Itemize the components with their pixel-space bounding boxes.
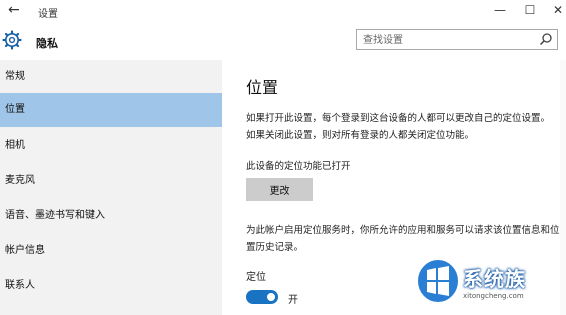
close-button[interactable]: ✕: [548, 3, 566, 17]
sidebar-item-account-info[interactable]: 帐户信息: [0, 234, 222, 268]
sidebar: 常规 位置 相机 麦克风 语音、墨迹书写和键入 帐户信息 联系人: [0, 60, 222, 315]
maximize-button[interactable]: ☐: [520, 3, 540, 17]
page-title: 位置: [246, 78, 279, 97]
device-location-status: 此设备的定位功能已打开: [246, 161, 351, 172]
back-button[interactable]: ←: [8, 2, 20, 18]
account-location-description: 为此帐户启用定位服务时，你所允许的应用和服务可以请求该位置信息和位置历史记录。: [246, 225, 560, 253]
title-bar: ← 设置 — ☐ ✕: [0, 0, 566, 24]
sidebar-item-camera[interactable]: 相机: [0, 129, 222, 163]
sidebar-item-microphone[interactable]: 麦克风: [0, 164, 222, 198]
search-box[interactable]: [356, 29, 558, 50]
scrollbar[interactable]: [560, 60, 566, 315]
search-icon[interactable]: [539, 32, 553, 46]
search-input[interactable]: [363, 33, 533, 47]
sidebar-item-speech-inking-typing[interactable]: 语音、墨迹书写和键入: [0, 199, 222, 233]
location-toggle-label: 定位: [246, 272, 266, 283]
change-button[interactable]: 更改: [246, 178, 313, 201]
section-title: 隐私: [36, 37, 58, 50]
location-description: 如果打开此设置，每个登录到这台设备的人都可以更改自己的定位设置。如果关闭此设置，…: [246, 113, 551, 141]
window-title: 设置: [38, 9, 58, 20]
watermark-url: xitongcheng.com: [463, 292, 524, 300]
sidebar-item-contacts[interactable]: 联系人: [0, 269, 222, 303]
watermark-logo: [416, 258, 460, 304]
watermark-brand: 系统族: [463, 267, 526, 291]
toggle-state-text: 开: [288, 295, 298, 306]
gear-icon: [2, 30, 22, 50]
minimize-button[interactable]: —: [490, 3, 510, 17]
location-toggle[interactable]: [246, 290, 278, 304]
sidebar-item-general[interactable]: 常规: [0, 60, 222, 94]
toggle-knob: [267, 293, 275, 301]
sidebar-item-location[interactable]: 位置: [0, 93, 222, 127]
